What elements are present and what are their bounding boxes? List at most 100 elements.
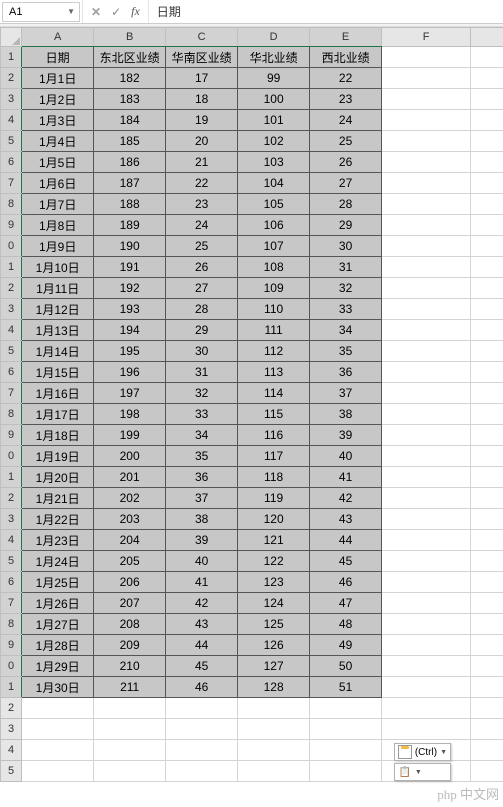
cell[interactable]: 33	[166, 404, 238, 425]
col-header-A[interactable]: A	[22, 28, 94, 47]
cell[interactable]	[310, 761, 382, 782]
cancel-icon[interactable]: ✕	[91, 5, 101, 19]
cell[interactable]: 33	[310, 299, 382, 320]
row-header[interactable]: 1	[1, 677, 22, 698]
cell[interactable]: 28	[310, 194, 382, 215]
cell[interactable]: 42	[310, 488, 382, 509]
cell[interactable]: 23	[166, 194, 238, 215]
cell[interactable]	[471, 656, 503, 677]
fx-icon[interactable]: fx	[131, 4, 140, 19]
data-header-cell[interactable]: 华北业绩	[238, 47, 310, 68]
cell[interactable]	[382, 614, 471, 635]
data-header-cell[interactable]: 华南区业绩	[166, 47, 238, 68]
cell[interactable]: 1月25日	[22, 572, 94, 593]
cell[interactable]	[310, 719, 382, 740]
data-header-cell[interactable]: 日期	[22, 47, 94, 68]
cell[interactable]: 29	[166, 320, 238, 341]
cell[interactable]	[471, 194, 503, 215]
cell[interactable]	[471, 47, 503, 68]
cell[interactable]: 1月6日	[22, 173, 94, 194]
cell[interactable]	[382, 467, 471, 488]
cell[interactable]: 211	[94, 677, 166, 698]
cell[interactable]	[471, 530, 503, 551]
cell[interactable]	[382, 404, 471, 425]
cell[interactable]	[238, 761, 310, 782]
cell[interactable]	[471, 131, 503, 152]
cell[interactable]: 125	[238, 614, 310, 635]
row-header[interactable]: 8	[1, 194, 22, 215]
cell[interactable]	[166, 719, 238, 740]
row-header[interactable]: 2	[1, 488, 22, 509]
cell[interactable]: 108	[238, 257, 310, 278]
cell[interactable]: 110	[238, 299, 310, 320]
cell[interactable]: 34	[166, 425, 238, 446]
cell[interactable]	[382, 257, 471, 278]
cell[interactable]	[471, 740, 503, 761]
cell[interactable]: 44	[310, 530, 382, 551]
cell[interactable]	[94, 761, 166, 782]
cell[interactable]	[382, 488, 471, 509]
row-header[interactable]: 1	[1, 257, 22, 278]
cell[interactable]	[471, 719, 503, 740]
cell[interactable]	[382, 551, 471, 572]
cell[interactable]	[382, 47, 471, 68]
cell[interactable]: 24	[310, 110, 382, 131]
cell[interactable]	[471, 677, 503, 698]
cell[interactable]: 41	[310, 467, 382, 488]
cell[interactable]: 207	[94, 593, 166, 614]
cell[interactable]: 31	[310, 257, 382, 278]
cell[interactable]: 128	[238, 677, 310, 698]
cell[interactable]	[471, 215, 503, 236]
cell[interactable]	[382, 635, 471, 656]
cell[interactable]: 27	[310, 173, 382, 194]
cell[interactable]: 22	[166, 173, 238, 194]
cell[interactable]	[471, 509, 503, 530]
row-header[interactable]: 5	[1, 131, 22, 152]
cell[interactable]: 49	[310, 635, 382, 656]
cell[interactable]: 1月29日	[22, 656, 94, 677]
cell[interactable]	[310, 698, 382, 719]
cell[interactable]: 193	[94, 299, 166, 320]
col-header-E[interactable]: E	[310, 28, 382, 47]
cell[interactable]	[382, 677, 471, 698]
row-header[interactable]: 3	[1, 719, 22, 740]
cell[interactable]: 1月8日	[22, 215, 94, 236]
cell[interactable]: 1月7日	[22, 194, 94, 215]
cell[interactable]: 34	[310, 320, 382, 341]
cell[interactable]: 1月16日	[22, 383, 94, 404]
cell[interactable]: 25	[310, 131, 382, 152]
row-header[interactable]: 5	[1, 551, 22, 572]
col-header-F[interactable]: F	[382, 28, 471, 47]
cell[interactable]	[22, 719, 94, 740]
cell[interactable]: 27	[166, 278, 238, 299]
cell[interactable]	[471, 383, 503, 404]
cell[interactable]	[382, 530, 471, 551]
cell[interactable]: 1月17日	[22, 404, 94, 425]
cell[interactable]: 199	[94, 425, 166, 446]
cell[interactable]: 24	[166, 215, 238, 236]
row-header[interactable]: 0	[1, 236, 22, 257]
row-header[interactable]: 7	[1, 383, 22, 404]
cell[interactable]: 117	[238, 446, 310, 467]
cell[interactable]: 192	[94, 278, 166, 299]
cell[interactable]: 121	[238, 530, 310, 551]
cell[interactable]	[471, 551, 503, 572]
cell[interactable]	[382, 383, 471, 404]
cell[interactable]: 1月28日	[22, 635, 94, 656]
cell[interactable]: 1月14日	[22, 341, 94, 362]
cell[interactable]: 50	[310, 656, 382, 677]
cell[interactable]: 111	[238, 320, 310, 341]
row-header[interactable]: 4	[1, 740, 22, 761]
cell[interactable]	[471, 320, 503, 341]
cell[interactable]: 35	[166, 446, 238, 467]
cell[interactable]	[471, 488, 503, 509]
cell[interactable]	[382, 278, 471, 299]
cell[interactable]	[471, 341, 503, 362]
cell[interactable]: 1月2日	[22, 89, 94, 110]
clipboard-button[interactable]: 📋 ▼	[394, 763, 451, 781]
row-header[interactable]: 4	[1, 320, 22, 341]
cell[interactable]: 19	[166, 110, 238, 131]
cell[interactable]: 1月23日	[22, 530, 94, 551]
cell[interactable]: 17	[166, 68, 238, 89]
cell[interactable]: 206	[94, 572, 166, 593]
